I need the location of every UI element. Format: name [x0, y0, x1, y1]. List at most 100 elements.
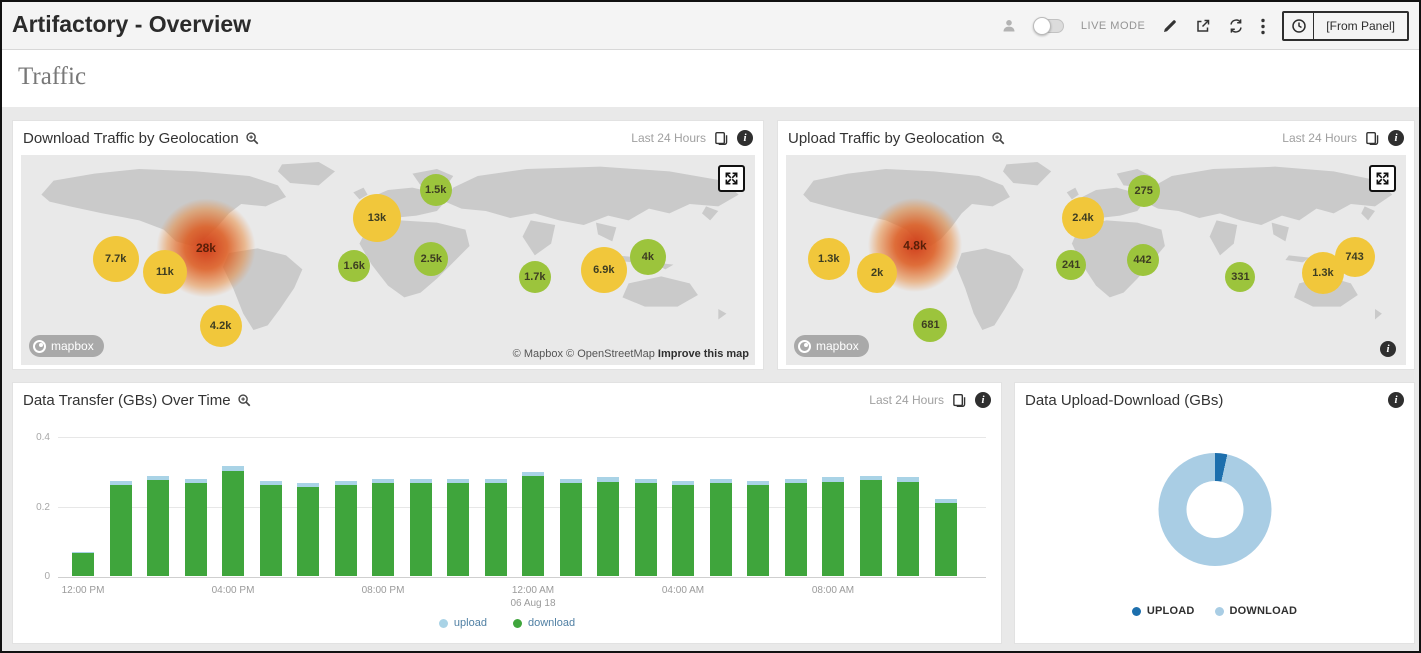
mapbox-logo-text: mapbox	[51, 339, 94, 353]
map-bubble[interactable]: 4k	[630, 239, 666, 275]
user-icon[interactable]	[1001, 18, 1017, 34]
map-bubble[interactable]: 13k	[353, 194, 401, 242]
bar[interactable]	[935, 499, 957, 576]
bar[interactable]	[110, 481, 132, 576]
bar[interactable]	[372, 479, 394, 576]
panels-icon[interactable]	[1365, 131, 1380, 146]
info-icon[interactable]	[737, 130, 753, 146]
bar[interactable]	[147, 476, 169, 576]
bar[interactable]	[72, 552, 94, 576]
bar[interactable]	[785, 479, 807, 576]
map-bubble[interactable]: 241	[1056, 250, 1086, 280]
map-bubble[interactable]: 6.9k	[581, 247, 627, 293]
legend-item-upload[interactable]: upload	[439, 617, 487, 629]
panel-header: Upload Traffic by Geolocation Last 24 Ho…	[778, 121, 1414, 155]
zoom-in-icon[interactable]	[237, 393, 252, 408]
live-mode-toggle[interactable]	[1034, 19, 1064, 33]
legend-item-upload[interactable]: UPLOAD	[1132, 605, 1195, 617]
section-title: Traffic	[18, 63, 86, 91]
download-legend-label: download	[528, 617, 575, 629]
donut-chart[interactable]	[1158, 453, 1271, 566]
bar[interactable]	[410, 479, 432, 576]
bar[interactable]	[597, 477, 619, 576]
info-icon[interactable]	[1388, 392, 1404, 408]
info-icon[interactable]	[1388, 130, 1404, 146]
bar[interactable]	[860, 476, 882, 576]
map-bubble[interactable]: 1.3k	[808, 238, 850, 280]
mapbox-logo[interactable]: mapbox	[29, 335, 104, 357]
time-range: Last 24 Hours	[869, 393, 944, 407]
expand-icon[interactable]	[718, 165, 745, 192]
world-map[interactable]: 28k7.7k11k4.2k13k1.5k1.6k2.5k1.7k6.9k4k …	[21, 155, 755, 365]
time-range: Last 24 Hours	[631, 131, 706, 145]
map-bubble[interactable]: 1.5k	[420, 174, 452, 206]
map-bubble[interactable]: 1.7k	[519, 261, 551, 293]
bar[interactable]	[297, 483, 319, 576]
legend-item-download[interactable]: DOWNLOAD	[1215, 605, 1298, 617]
bar[interactable]	[822, 477, 844, 576]
expand-icon[interactable]	[1369, 165, 1396, 192]
panels-icon[interactable]	[952, 393, 967, 408]
map-bubble[interactable]: 1.6k	[338, 250, 370, 282]
map-info-icon[interactable]	[1380, 341, 1396, 357]
toggle-knob	[1033, 17, 1051, 35]
bar[interactable]	[560, 479, 582, 576]
bar-download-segment	[822, 482, 844, 577]
panel-data-transfer: Data Transfer (GBs) Over Time Last 24 Ho…	[12, 382, 1002, 644]
map-bubble[interactable]: 11k	[143, 250, 187, 294]
bar-download-segment	[635, 483, 657, 576]
refresh-icon[interactable]	[1228, 18, 1244, 34]
bar[interactable]	[185, 479, 207, 576]
map-bubble[interactable]: 331	[1225, 262, 1255, 292]
bar[interactable]	[747, 481, 769, 576]
bar[interactable]	[635, 479, 657, 576]
x-axis-label: 04:00 PM	[188, 585, 278, 596]
bar[interactable]	[447, 479, 469, 576]
upload-legend-label: UPLOAD	[1147, 605, 1195, 617]
zoom-in-icon[interactable]	[245, 131, 260, 146]
attribution-improve-link[interactable]: Improve this map	[658, 348, 749, 360]
map-bubble[interactable]: 4.2k	[200, 305, 242, 347]
info-icon[interactable]	[975, 392, 991, 408]
bar-download-segment	[522, 476, 544, 576]
bar[interactable]	[522, 472, 544, 576]
edit-icon[interactable]	[1162, 18, 1178, 34]
bar[interactable]	[260, 481, 282, 576]
bar[interactable]	[710, 479, 732, 576]
bar-download-segment	[335, 485, 357, 576]
bubble-value: 1.3k	[1312, 267, 1333, 279]
attribution-osm[interactable]: © OpenStreetMap	[566, 348, 655, 360]
bar[interactable]	[897, 477, 919, 576]
share-icon[interactable]	[1195, 18, 1211, 34]
bubble-value: 4k	[642, 251, 654, 263]
mapbox-logo[interactable]: mapbox	[794, 335, 869, 357]
x-axis-label: 08:00 PM	[338, 585, 428, 596]
bar[interactable]	[672, 481, 694, 576]
bubble-value: 681	[921, 319, 939, 331]
more-menu-icon[interactable]	[1261, 18, 1265, 35]
map-bubble[interactable]: 275	[1128, 175, 1160, 207]
download-legend-dot	[513, 619, 522, 628]
legend-item-download[interactable]: download	[513, 617, 575, 629]
bar[interactable]	[485, 479, 507, 576]
bar[interactable]	[335, 481, 357, 576]
bubble-value: 4.2k	[210, 320, 231, 332]
x-axis-label: 04:00 AM	[638, 585, 728, 596]
map-bubble[interactable]: 2.4k	[1062, 197, 1104, 239]
map-bubble[interactable]: 7.7k	[93, 236, 139, 282]
dashboard-header: Artifactory - Overview LIVE MODE	[2, 2, 1419, 50]
map-bubble[interactable]: 2k	[857, 253, 897, 293]
zoom-in-icon[interactable]	[991, 131, 1006, 146]
time-range-selector[interactable]: [From Panel]	[1282, 11, 1409, 41]
map-bubble[interactable]: 2.5k	[414, 242, 448, 276]
map-bubble[interactable]: 743	[1335, 237, 1375, 277]
panels-icon[interactable]	[714, 131, 729, 146]
attribution-mapbox[interactable]: © Mapbox	[513, 348, 563, 360]
bar[interactable]	[222, 466, 244, 576]
map-bubble[interactable]: 681	[913, 308, 947, 342]
panel-header: Data Transfer (GBs) Over Time Last 24 Ho…	[13, 383, 1001, 417]
map-attribution[interactable]: © Mapbox © OpenStreetMap Improve this ma…	[513, 348, 749, 360]
bubble-value: 442	[1133, 254, 1151, 266]
world-map[interactable]: 4.8k1.3k2k6812.4k2752414423311.3k743 map…	[786, 155, 1406, 365]
map-bubble[interactable]: 442	[1127, 244, 1159, 276]
